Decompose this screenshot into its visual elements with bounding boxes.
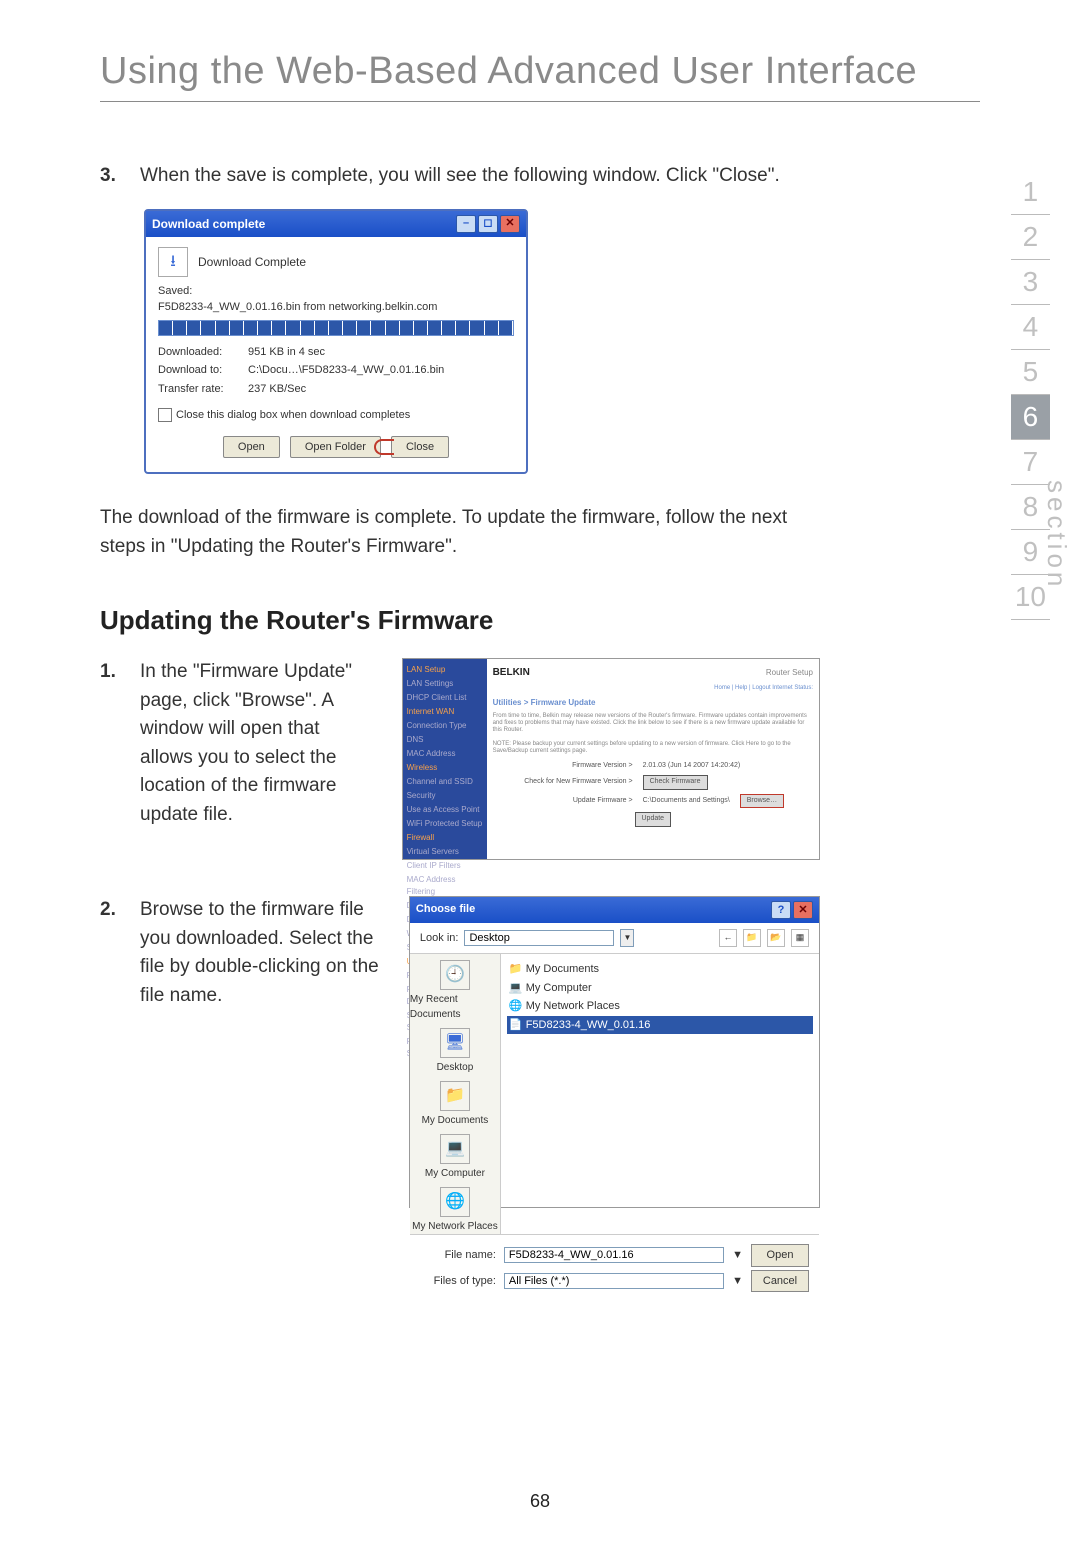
list-item-selected[interactable]: 📄 F5D8233-4_WW_0.01.16 (507, 1016, 813, 1035)
note-1: From time to time, Belkin may release ne… (493, 713, 813, 735)
browse-button[interactable]: Browse… (740, 794, 784, 809)
lookin-field[interactable] (464, 930, 614, 946)
firmware-path-value: C:\Documents and Settings\ (643, 796, 730, 807)
sc-desktop[interactable]: 🖥Desktop (437, 1028, 474, 1075)
cancel-button[interactable]: Cancel (751, 1270, 809, 1293)
close-on-complete-label: Close this dialog box when download comp… (176, 407, 410, 424)
filename-field[interactable] (504, 1247, 724, 1263)
section-label: section (1041, 480, 1072, 590)
filetype-dropdown-icon[interactable]: ▼ (732, 1273, 743, 1290)
firmware-version-label: Firmware Version > (493, 761, 633, 772)
section-nav-7[interactable]: 7 (1011, 440, 1050, 485)
progress-bar (158, 320, 514, 336)
up-icon[interactable]: 📁 (743, 929, 761, 947)
firmware-version-value: 2.01.03 (Jun 14 2007 14:20:42) (643, 761, 741, 772)
check-version-label: Check for New Firmware Version > (493, 777, 633, 788)
subheading: Updating the Router's Firmware (100, 601, 820, 640)
downloaded-value: 951 KB in 4 sec (248, 344, 325, 361)
dialog-titlebar: Download complete – ◻ ✕ (146, 211, 526, 237)
step-text: When the save is complete, you will see … (140, 162, 780, 191)
shortcut-panel: 🕘My Recent Documents 🖥Desktop 📁My Docume… (410, 954, 501, 1234)
choose-file-dialog: Choose file ? ✕ Look in: ▼ ← 📁 📂 ▦ (409, 896, 820, 1208)
downloaded-label: Downloaded: (158, 344, 248, 361)
rate-label: Transfer rate: (158, 381, 248, 398)
router-sidebar: LAN Setup LAN Settings DHCP Client List … (403, 659, 487, 859)
section-nav-4[interactable]: 4 (1011, 305, 1050, 350)
saved-value: F5D8233-4_WW_0.01.16.bin from networking… (158, 299, 514, 316)
filename-label: File name: (420, 1247, 496, 1264)
firmware-update-screenshot: LAN Setup LAN Settings DHCP Client List … (402, 658, 820, 860)
filetype-label: Files of type: (420, 1273, 496, 1290)
step-number: 2. (100, 896, 126, 1010)
rate-value: 237 KB/Sec (248, 381, 306, 398)
recent-icon: 🕘 (440, 960, 470, 990)
close-on-complete-checkbox[interactable] (158, 408, 172, 422)
sc-recent[interactable]: 🕘My Recent Documents (410, 960, 500, 1022)
minimize-icon[interactable]: – (456, 215, 476, 233)
step-text: Browse to the firmware file you download… (140, 896, 379, 1010)
step-3: 3. When the save is complete, you will s… (100, 162, 820, 191)
step-number: 1. (100, 658, 126, 829)
maximize-icon[interactable]: ◻ (478, 215, 498, 233)
section-nav-5[interactable]: 5 (1011, 350, 1050, 395)
lookin-dropdown-icon[interactable]: ▼ (620, 929, 634, 947)
download-complete-dialog: Download complete – ◻ ✕ ⭳ Download Compl… (144, 209, 528, 475)
check-firmware-button[interactable]: Check Firmware (643, 775, 708, 790)
open-folder-button[interactable]: Open Folder (290, 436, 381, 459)
list-item[interactable]: 📁 My Documents (507, 960, 813, 979)
open-button[interactable]: Open (751, 1244, 809, 1267)
downloadto-label: Download to: (158, 362, 248, 379)
dialog-title-text: Download complete (152, 215, 265, 233)
filetype-field[interactable] (504, 1273, 724, 1289)
help-icon[interactable]: ? (771, 901, 791, 919)
computer-icon: 💻 (440, 1134, 470, 1164)
step-1: 1. In the "Firmware Update" page, click … (100, 658, 372, 829)
open-button[interactable]: Open (223, 436, 280, 459)
section-nav-3[interactable]: 3 (1011, 260, 1050, 305)
saved-label: Saved: (158, 283, 514, 300)
section-nav-1[interactable]: 1 (1011, 170, 1050, 215)
router-links: Home | Help | Logout Internet Status: (493, 684, 813, 693)
close-icon[interactable]: ✕ (500, 215, 520, 233)
documents-icon: 📁 (440, 1081, 470, 1111)
views-icon[interactable]: ▦ (791, 929, 809, 947)
sc-computer[interactable]: 💻My Computer (425, 1134, 485, 1181)
update-button[interactable]: Update (635, 812, 672, 827)
download-icon: ⭳ (158, 247, 188, 277)
file-list[interactable]: 📁 My Documents 💻 My Computer 🌐 My Networ… (501, 954, 819, 1234)
section-nav-6[interactable]: 6 (1011, 395, 1050, 440)
step-text: In the "Firmware Update" page, click "Br… (140, 658, 372, 829)
update-firmware-label: Update Firmware > (493, 796, 633, 807)
section-nav-2[interactable]: 2 (1011, 215, 1050, 260)
step-2: 2. Browse to the firmware file you downl… (100, 896, 379, 1010)
page-number: 68 (0, 1491, 1080, 1512)
close-button[interactable]: Close (391, 436, 449, 459)
breadcrumb: Utilities > Firmware Update (493, 697, 813, 709)
belkin-logo: BELKIN (493, 665, 530, 680)
choose-file-title: Choose file (416, 901, 475, 919)
list-item[interactable]: 💻 My Computer (507, 979, 813, 998)
note-2: NOTE: Please backup your current setting… (493, 741, 813, 755)
sc-network[interactable]: 🌐My Network Places (412, 1187, 498, 1234)
desktop-icon: 🖥 (440, 1028, 470, 1058)
downloadto-value: C:\Docu…\F5D8233-4_WW_0.01.16.bin (248, 362, 444, 379)
router-header: Router Setup (766, 667, 813, 679)
lookin-label: Look in: (420, 930, 459, 947)
back-icon[interactable]: ← (719, 929, 737, 947)
after-dialog-text: The download of the firmware is complete… (100, 504, 820, 561)
download-status: Download Complete (198, 253, 306, 271)
newfolder-icon[interactable]: 📂 (767, 929, 785, 947)
sc-documents[interactable]: 📁My Documents (422, 1081, 489, 1128)
close-icon[interactable]: ✕ (793, 901, 813, 919)
page-title: Using the Web-Based Advanced User Interf… (100, 50, 980, 102)
filename-dropdown-icon[interactable]: ▼ (732, 1247, 743, 1264)
list-item[interactable]: 🌐 My Network Places (507, 997, 813, 1016)
step-number: 3. (100, 162, 126, 191)
network-icon: 🌐 (440, 1187, 470, 1217)
